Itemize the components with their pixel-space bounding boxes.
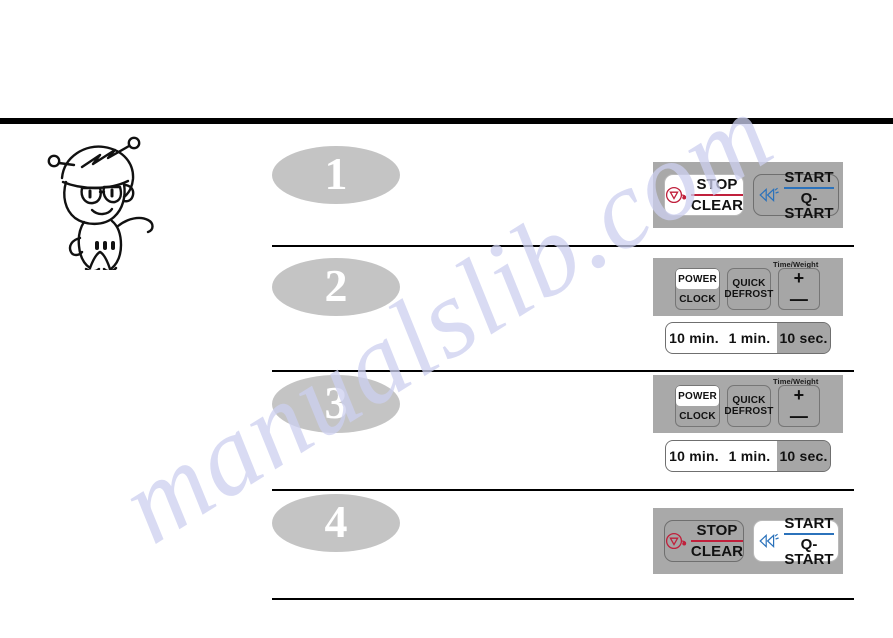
control-panel-step-4: STOP CLEAR START Q-START (653, 508, 843, 574)
step-number-badge-2: 2 (272, 258, 400, 316)
step-number-label: 3 (324, 377, 348, 428)
step-number-badge-1: 1 (272, 146, 400, 204)
one-minute-button[interactable]: 1 min. (722, 323, 777, 353)
ten-minutes-button[interactable]: 10 min. (666, 441, 722, 471)
quick-defrost-line2: DEFROST (724, 406, 774, 417)
manual-page: 1 STOP CLEAR START Q-START 2 Time/Weight… (0, 0, 893, 638)
header-divider-rule (0, 118, 893, 124)
time-weight-button-group[interactable]: + — (778, 268, 820, 310)
stop-sign-icon (665, 532, 687, 550)
site-watermark: manualslib.com (99, 69, 794, 568)
power-clock-button-group[interactable]: POWER CLOCK (675, 268, 720, 310)
control-panel-step-3: Time/Weight POWER CLOCK QUICK DEFROST + … (653, 375, 843, 433)
stop-sign-icon (665, 186, 687, 204)
step-number-label: 2 (324, 260, 348, 311)
step-divider-4 (272, 598, 854, 600)
quick-defrost-line1: QUICK (732, 277, 766, 289)
start-qstart-button[interactable]: START Q-START (753, 516, 839, 567)
time-weight-minus-button[interactable]: — (779, 406, 819, 427)
control-panel-step-1: STOP CLEAR START Q-START (653, 162, 843, 228)
control-panel-step-2: Time/Weight POWER CLOCK QUICK DEFROST + … (653, 258, 843, 316)
step-number-label: 4 (324, 496, 348, 547)
stop-clear-line1: STOP (696, 176, 738, 193)
stop-clear-button[interactable]: STOP CLEAR (664, 520, 744, 562)
start-qstart-button[interactable]: START Q-START (753, 170, 839, 221)
stop-clear-line1: STOP (696, 522, 738, 539)
one-minute-button[interactable]: 1 min. (722, 441, 777, 471)
clock-button[interactable]: CLOCK (676, 406, 719, 426)
ten-seconds-button[interactable]: 10 sec. (777, 323, 830, 353)
ten-seconds-button[interactable]: 10 sec. (777, 441, 830, 471)
quick-defrost-button[interactable]: QUICK DEFROST (724, 268, 774, 310)
chef-mascot-icon (38, 130, 156, 273)
power-button[interactable]: POWER (676, 386, 719, 406)
time-preset-bar-step-3: 10 min. 1 min. 10 sec. (665, 440, 831, 472)
start-line2: Q-START (784, 535, 834, 568)
step-number-badge-3: 3 (272, 375, 400, 433)
step-number-label: 1 (324, 148, 348, 199)
time-weight-button-group[interactable]: + — (778, 385, 820, 427)
time-weight-plus-button[interactable]: + (779, 268, 819, 289)
time-weight-plus-button[interactable]: + (779, 385, 819, 406)
ten-minutes-button[interactable]: 10 min. (666, 323, 722, 353)
start-arrows-icon (759, 187, 780, 202)
quick-defrost-line1: QUICK (732, 394, 766, 406)
step-divider-1 (272, 245, 854, 247)
power-clock-button-group[interactable]: POWER CLOCK (675, 385, 720, 427)
stop-clear-line2: CLEAR (690, 197, 744, 214)
quick-defrost-button[interactable]: QUICK DEFROST (724, 385, 774, 427)
clock-button[interactable]: CLOCK (676, 289, 719, 309)
stop-clear-button[interactable]: STOP CLEAR (664, 174, 744, 216)
time-preset-bar-step-2: 10 min. 1 min. 10 sec. (665, 322, 831, 354)
start-line1: START (784, 168, 834, 186)
start-arrows-icon (759, 533, 780, 548)
stop-clear-line2: CLEAR (690, 543, 744, 560)
quick-defrost-line2: DEFROST (724, 289, 774, 300)
step-divider-3 (272, 489, 854, 491)
power-button[interactable]: POWER (676, 269, 719, 289)
step-divider-2 (272, 370, 854, 372)
step-number-badge-4: 4 (272, 494, 400, 552)
start-line1: START (784, 514, 834, 532)
time-weight-minus-button[interactable]: — (779, 289, 819, 310)
start-line2: Q-START (784, 189, 834, 222)
